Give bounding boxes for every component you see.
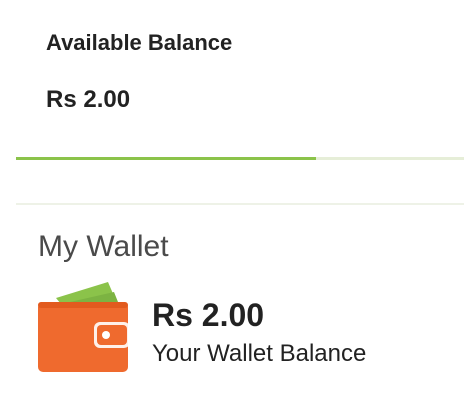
section-divider — [16, 203, 464, 205]
available-balance-card: Available Balance Rs 2.00 — [0, 0, 464, 162]
wallet-balance-amount: Rs 2.00 — [152, 297, 265, 333]
my-wallet-heading: My Wallet — [38, 230, 169, 263]
wallet-icon — [38, 282, 130, 372]
wallet-flap-shape — [38, 302, 128, 308]
wallet-balance-caption: Your Wallet Balance — [152, 340, 367, 367]
available-balance-amount: Rs 2.00 — [46, 86, 131, 113]
available-balance-title: Available Balance — [46, 30, 233, 55]
wallet-clasp-button — [102, 331, 110, 339]
balance-progress-bar — [16, 157, 464, 160]
wallet-clasp-inner — [97, 325, 127, 345]
balance-progress-fill — [16, 157, 317, 160]
